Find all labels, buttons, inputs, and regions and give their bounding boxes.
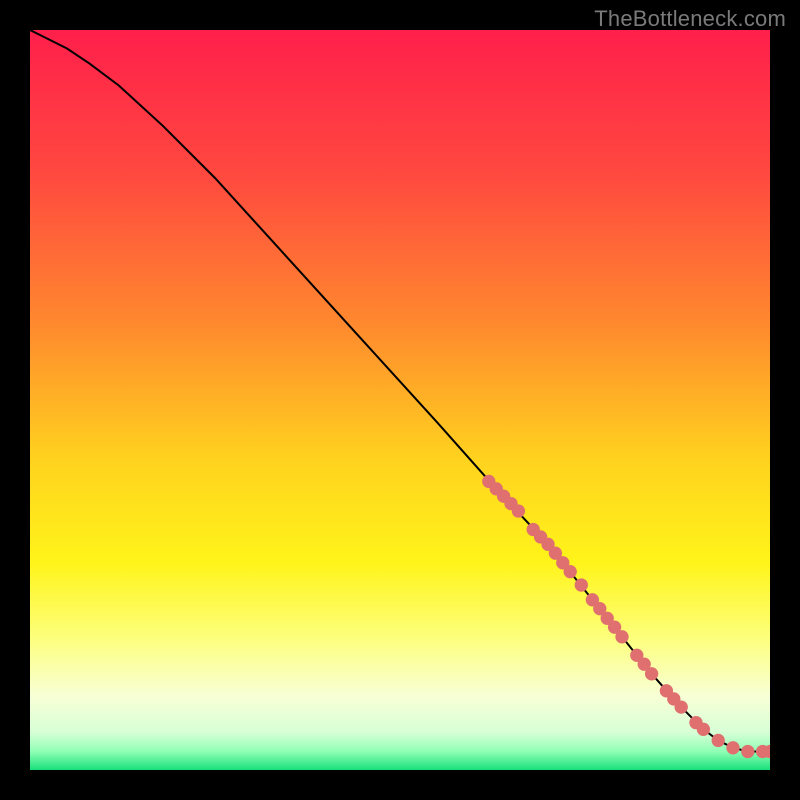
- highlight-point: [512, 504, 525, 517]
- highlight-point: [564, 565, 577, 578]
- highlight-point: [697, 723, 710, 736]
- watermark-text: TheBottleneck.com: [594, 6, 786, 32]
- highlight-point: [575, 578, 588, 591]
- chart-svg: [30, 30, 770, 770]
- chart-plot-area: [30, 30, 770, 770]
- highlight-point: [615, 630, 628, 643]
- chart-background: [30, 30, 770, 770]
- chart-frame: TheBottleneck.com: [0, 0, 800, 800]
- highlight-point: [726, 741, 739, 754]
- highlight-point: [712, 734, 725, 747]
- highlight-point: [741, 745, 754, 758]
- highlight-point: [675, 700, 688, 713]
- highlight-point: [645, 667, 658, 680]
